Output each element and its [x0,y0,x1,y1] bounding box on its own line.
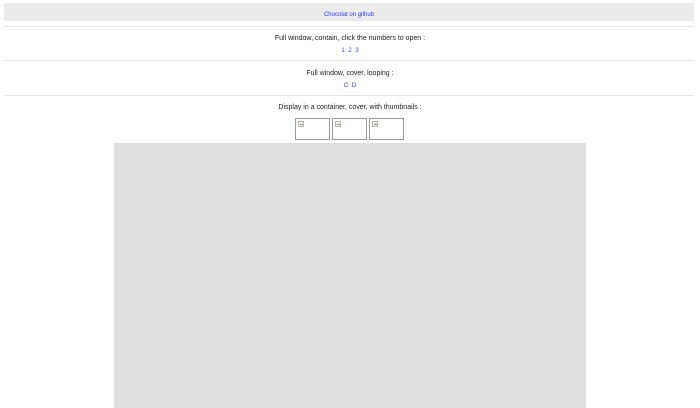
section-title-contain: Full window, contain, click the numbers … [274,35,426,42]
open-link-d[interactable]: D [352,83,356,89]
section-title-cover: Full window, cover, looping : [306,70,394,77]
open-link-3[interactable]: 3 [355,48,358,54]
broken-image-icon [335,121,341,127]
cover-links: C D [0,83,700,89]
thumbnail-strip [295,118,404,140]
contain-links: 1 2 3 [0,48,700,54]
thumbnail[interactable] [332,118,367,140]
page: Chocolat on github Full window, contain,… [0,0,700,408]
github-link[interactable]: Chocolat on github [324,12,374,18]
open-link-c[interactable]: C [344,83,348,89]
section-title-container: Display in a container, cover, with thum… [278,104,422,111]
divider [4,95,694,96]
thumbnail[interactable] [295,118,330,140]
divider [4,26,694,27]
open-link-1[interactable]: 1 [341,48,344,54]
divider [4,60,694,61]
broken-image-icon [372,121,378,127]
top-bar: Chocolat on github [4,3,694,21]
thumbnail[interactable] [369,118,404,140]
image-container[interactable] [114,143,586,408]
open-link-2[interactable]: 2 [348,48,351,54]
broken-image-icon [298,121,304,127]
